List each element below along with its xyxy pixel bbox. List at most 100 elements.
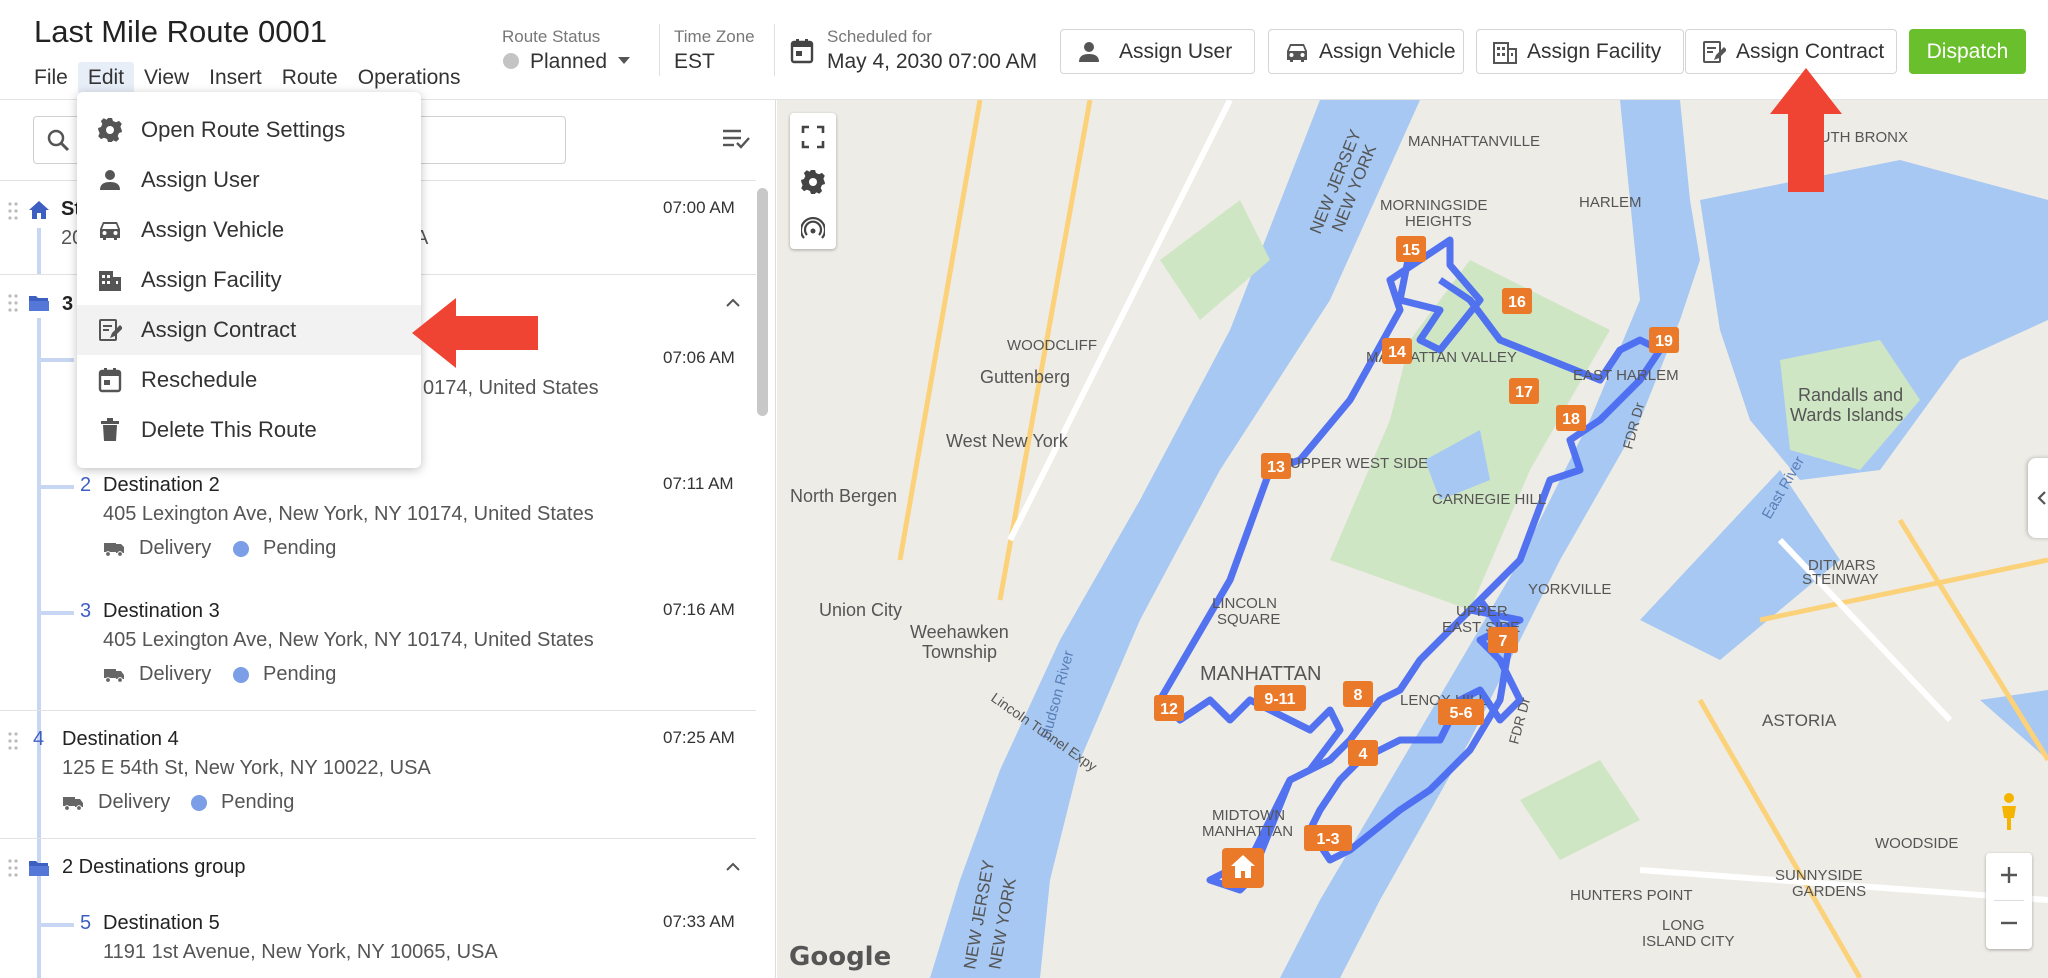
route-marker[interactable]: 8 bbox=[1343, 681, 1373, 707]
map-label: YORKVILLE bbox=[1528, 581, 1611, 598]
map-label: Wards Islands bbox=[1790, 405, 1903, 425]
stop-time: 07:25 AM bbox=[663, 728, 735, 747]
menu-delete-route[interactable]: Delete This Route bbox=[77, 405, 421, 455]
stop-address: 1191 1st Avenue, New York, NY 10065, USA bbox=[103, 941, 498, 963]
menu-assign-contract[interactable]: Assign Contract bbox=[77, 305, 421, 355]
chevron-down-icon[interactable] bbox=[618, 57, 630, 64]
building-icon bbox=[1491, 38, 1519, 66]
route-marker[interactable]: 18 bbox=[1556, 405, 1586, 431]
route-marker[interactable]: 13 bbox=[1261, 453, 1291, 479]
map-label: Weehawken bbox=[910, 622, 1009, 642]
route-map[interactable]: MANHATTANVILLE HARLEM MORNINGSIDE HEIGHT… bbox=[777, 100, 2048, 978]
map-label: Township bbox=[922, 642, 997, 662]
stop-name[interactable]: Destination 4 bbox=[62, 728, 179, 751]
zoom-out-icon[interactable] bbox=[1999, 913, 2019, 933]
map-label: SQUARE bbox=[1217, 611, 1280, 628]
menu-route[interactable]: Route bbox=[272, 62, 348, 94]
menu-edit[interactable]: Edit bbox=[77, 62, 135, 94]
arrow-annotation bbox=[412, 298, 538, 368]
dispatch-button[interactable]: Dispatch bbox=[1909, 29, 2026, 74]
group-title[interactable]: 3 bbox=[62, 293, 73, 316]
building-icon bbox=[96, 266, 124, 294]
gear-icon[interactable] bbox=[800, 169, 826, 195]
folder-icon bbox=[29, 296, 49, 311]
svg-text:15: 15 bbox=[1402, 242, 1420, 259]
fullscreen-icon[interactable] bbox=[801, 125, 825, 149]
status-dot bbox=[191, 794, 207, 811]
route-marker[interactable]: 9-11 bbox=[1254, 685, 1306, 711]
sort-list-icon[interactable] bbox=[722, 128, 750, 150]
assign-user-button[interactable]: Assign User bbox=[1060, 29, 1255, 74]
stop-type-label: Delivery bbox=[98, 791, 171, 813]
drag-handle-icon[interactable] bbox=[8, 732, 18, 750]
assign-facility-button[interactable]: Assign Facility bbox=[1476, 29, 1684, 74]
scheduled-value[interactable]: May 4, 2030 07:00 AM bbox=[827, 50, 1037, 74]
status-label: Pending bbox=[221, 791, 295, 813]
group-title[interactable]: 2 Destinations group bbox=[62, 856, 245, 879]
panel-collapse-tab[interactable] bbox=[2028, 458, 2048, 538]
route-marker[interactable]: 12 bbox=[1154, 695, 1184, 721]
stop-name[interactable]: Destination 5 bbox=[103, 912, 220, 935]
route-marker[interactable]: 1-3 bbox=[1304, 825, 1352, 851]
stop-time: 07:00 AM bbox=[663, 198, 735, 217]
menu-reschedule[interactable]: Reschedule bbox=[77, 355, 421, 405]
svg-text:16: 16 bbox=[1508, 294, 1526, 311]
svg-text:4: 4 bbox=[1359, 746, 1368, 763]
menu-open-route-settings[interactable]: Open Route Settings bbox=[77, 105, 421, 155]
chevron-up-icon[interactable] bbox=[726, 860, 740, 874]
menu-view[interactable]: View bbox=[134, 62, 199, 94]
menu-label: Assign User bbox=[141, 167, 260, 192]
chevron-left-icon bbox=[2037, 491, 2046, 505]
stop-name[interactable]: Destination 2 bbox=[103, 474, 220, 497]
assign-vehicle-button[interactable]: Assign Vehicle bbox=[1268, 29, 1464, 74]
route-rail bbox=[37, 485, 74, 489]
calendar-icon[interactable] bbox=[790, 38, 814, 64]
route-status-value[interactable]: Planned bbox=[530, 50, 607, 74]
scrollbar[interactable] bbox=[757, 188, 768, 416]
menu-bar: File Edit View Insert Route Operations bbox=[24, 62, 470, 94]
route-marker[interactable]: 7 bbox=[1488, 627, 1518, 653]
route-marker[interactable]: 16 bbox=[1502, 288, 1532, 314]
svg-text:13: 13 bbox=[1267, 459, 1285, 476]
route-marker[interactable]: 17 bbox=[1509, 378, 1539, 404]
menu-file[interactable]: File bbox=[24, 62, 78, 94]
tracking-icon[interactable] bbox=[801, 217, 825, 241]
route-marker[interactable]: 19 bbox=[1649, 327, 1679, 353]
route-marker[interactable]: 14 bbox=[1382, 338, 1412, 364]
menu-assign-facility[interactable]: Assign Facility bbox=[77, 255, 421, 305]
map-label: MIDTOWN bbox=[1212, 807, 1285, 824]
route-marker[interactable]: 15 bbox=[1396, 236, 1426, 262]
divider bbox=[659, 24, 660, 76]
zoom-in-icon[interactable] bbox=[1999, 865, 2019, 885]
route-marker[interactable]: 4 bbox=[1348, 740, 1378, 766]
route-rail bbox=[37, 358, 74, 362]
drag-handle-icon[interactable] bbox=[8, 859, 18, 877]
menu-assign-user[interactable]: Assign User bbox=[77, 155, 421, 205]
status-badge: Pending bbox=[191, 791, 294, 814]
route-marker[interactable]: 5-6 bbox=[1438, 699, 1484, 725]
menu-operations[interactable]: Operations bbox=[348, 62, 471, 94]
depot-marker[interactable] bbox=[1222, 848, 1264, 888]
menu-insert[interactable]: Insert bbox=[199, 62, 272, 94]
status-dot bbox=[503, 53, 519, 69]
drag-handle-icon[interactable] bbox=[8, 202, 18, 220]
svg-text:14: 14 bbox=[1388, 344, 1406, 361]
contract-icon bbox=[1700, 38, 1728, 66]
assign-contract-label: Assign Contract bbox=[1736, 39, 1885, 63]
calendar-icon bbox=[96, 366, 124, 394]
menu-assign-vehicle[interactable]: Assign Vehicle bbox=[77, 205, 421, 255]
drag-handle-icon[interactable] bbox=[8, 294, 18, 312]
stop-name[interactable]: Destination 3 bbox=[103, 600, 220, 623]
map-label: SUNNYSIDE bbox=[1775, 867, 1863, 884]
status-label: Pending bbox=[263, 663, 337, 685]
chevron-up-icon[interactable] bbox=[726, 296, 740, 310]
map-label: North Bergen bbox=[790, 486, 897, 506]
map-label: WOODCLIFF bbox=[1007, 337, 1097, 354]
map-label: WOODSIDE bbox=[1875, 835, 1958, 852]
truck-icon bbox=[104, 542, 124, 557]
status-label: Pending bbox=[263, 537, 337, 559]
map-label: HEIGHTS bbox=[1405, 213, 1472, 230]
street-view-icon[interactable] bbox=[1997, 792, 2021, 832]
map-label: MANHATTANVILLE bbox=[1408, 133, 1540, 150]
search-icon[interactable] bbox=[46, 128, 70, 152]
